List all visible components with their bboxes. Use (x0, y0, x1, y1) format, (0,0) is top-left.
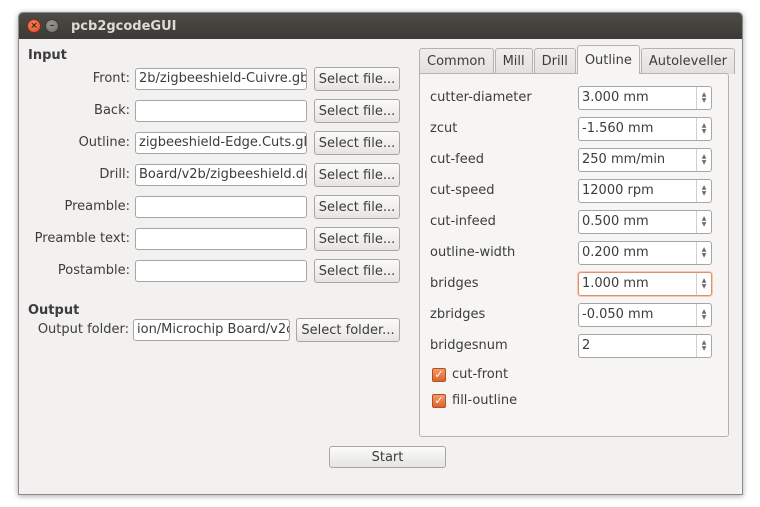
window-title: pcb2gcodeGUI (71, 18, 177, 34)
bridgesnum-value[interactable]: 2 (579, 335, 696, 357)
fill-outline-checkbox[interactable]: ✓ (432, 394, 446, 408)
front-file-input[interactable]: 2b/zigbeeshield-Cuivre.gbr (135, 68, 307, 90)
cut-feed-spinbox[interactable]: 250 mm/min ▲ ▼ (578, 148, 712, 172)
cut-speed-label: cut-speed (430, 183, 495, 198)
cutter-diameter-spinbox[interactable]: 3.000 mm ▲ ▼ (578, 86, 712, 110)
outline-width-label: outline-width (430, 245, 516, 260)
zbridges-spinbox[interactable]: -0.050 mm ▲ ▼ (578, 303, 712, 327)
cut-speed-value[interactable]: 12000 rpm (579, 180, 696, 202)
drill-label: Drill: (99, 167, 130, 182)
cut-infeed-value[interactable]: 0.500 mm (579, 211, 696, 233)
spin-arrows-icon[interactable]: ▲ ▼ (696, 304, 711, 326)
back-file-input[interactable] (135, 100, 307, 122)
tab-mill[interactable]: Mill (494, 48, 533, 74)
minimize-icon[interactable]: – (45, 19, 59, 33)
select-folder-button[interactable]: Select folder... (296, 318, 400, 342)
postamble-label: Postamble: (57, 263, 130, 278)
cut-feed-value[interactable]: 250 mm/min (579, 149, 696, 171)
cut-front-label[interactable]: cut-front (452, 367, 508, 382)
back-label: Back: (94, 103, 130, 118)
cut-infeed-spinbox[interactable]: 0.500 mm ▲ ▼ (578, 210, 712, 234)
spin-arrows-icon[interactable]: ▲ ▼ (696, 273, 711, 295)
preamble-text-label: Preamble text: (34, 231, 130, 246)
app-window: × – pcb2gcodeGUI Input Front: 2b/zigbees… (18, 12, 743, 495)
tab-autoleveller[interactable]: Autoleveller (640, 48, 735, 74)
output-folder-input[interactable]: ion/Microchip Board/v2c (133, 319, 290, 341)
front-label: Front: (92, 71, 130, 86)
front-select-file-button[interactable]: Select file... (314, 67, 400, 91)
bridges-spinbox[interactable]: 1.000 mm ▲ ▼ (578, 272, 712, 296)
tab-drill[interactable]: Drill (533, 48, 576, 74)
bridgesnum-label: bridgesnum (430, 338, 508, 353)
zbridges-value[interactable]: -0.050 mm (579, 304, 696, 326)
output-heading: Output (28, 303, 80, 318)
outline-file-input[interactable]: zigbeeshield-Edge.Cuts.gbr (135, 132, 307, 154)
fill-outline-label[interactable]: fill-outline (452, 393, 517, 408)
cut-feed-label: cut-feed (430, 152, 484, 167)
cutter-diameter-value[interactable]: 3.000 mm (579, 87, 696, 109)
back-select-file-button[interactable]: Select file... (314, 99, 400, 123)
bridges-value[interactable]: 1.000 mm (579, 273, 696, 295)
preamble-file-input[interactable] (135, 196, 307, 218)
cutter-diameter-label: cutter-diameter (430, 90, 532, 105)
input-heading: Input (28, 48, 67, 63)
outline-width-spinbox[interactable]: 0.200 mm ▲ ▼ (578, 241, 712, 265)
spin-arrows-icon[interactable]: ▲ ▼ (696, 335, 711, 357)
spin-arrows-icon[interactable]: ▲ ▼ (696, 149, 711, 171)
preamble-text-select-file-button[interactable]: Select file... (314, 227, 400, 251)
cut-front-checkbox[interactable]: ✓ (432, 368, 446, 382)
spin-arrows-icon[interactable]: ▲ ▼ (696, 180, 711, 202)
outline-tab-panel: cutter-diameter 3.000 mm ▲ ▼ zcut -1.560 … (419, 73, 729, 437)
outline-select-file-button[interactable]: Select file... (314, 131, 400, 155)
spin-arrows-icon[interactable]: ▲ ▼ (696, 87, 711, 109)
close-icon[interactable]: × (27, 19, 41, 33)
preamble-label: Preamble: (64, 199, 130, 214)
cut-infeed-label: cut-infeed (430, 214, 496, 229)
drill-file-input[interactable]: Board/v2b/zigbeeshield.drl (135, 164, 307, 186)
drill-select-file-button[interactable]: Select file... (314, 163, 400, 187)
spin-arrows-icon[interactable]: ▲ ▼ (696, 211, 711, 233)
preamble-select-file-button[interactable]: Select file... (314, 195, 400, 219)
postamble-select-file-button[interactable]: Select file... (314, 259, 400, 283)
zcut-spinbox[interactable]: -1.560 mm ▲ ▼ (578, 117, 712, 141)
zbridges-label: zbridges (430, 307, 486, 322)
bridgesnum-spinbox[interactable]: 2 ▲ ▼ (578, 334, 712, 358)
start-button[interactable]: Start (329, 446, 446, 468)
spin-arrows-icon[interactable]: ▲ ▼ (696, 242, 711, 264)
spin-arrows-icon[interactable]: ▲ ▼ (696, 118, 711, 140)
tab-common[interactable]: Common (419, 48, 494, 74)
zcut-value[interactable]: -1.560 mm (579, 118, 696, 140)
bridges-label: bridges (430, 276, 479, 291)
tab-outline[interactable]: Outline (576, 45, 640, 74)
title-bar: × – pcb2gcodeGUI (19, 13, 742, 39)
preamble-text-file-input[interactable] (135, 228, 307, 250)
zcut-label: zcut (430, 121, 458, 136)
output-folder-label: Output folder: (37, 322, 129, 337)
outline-width-value[interactable]: 0.200 mm (579, 242, 696, 264)
cut-speed-spinbox[interactable]: 12000 rpm ▲ ▼ (578, 179, 712, 203)
settings-tabs: Common Mill Drill Outline Autoleveller (419, 45, 736, 74)
postamble-file-input[interactable] (135, 260, 307, 282)
outline-label: Outline: (78, 135, 130, 150)
